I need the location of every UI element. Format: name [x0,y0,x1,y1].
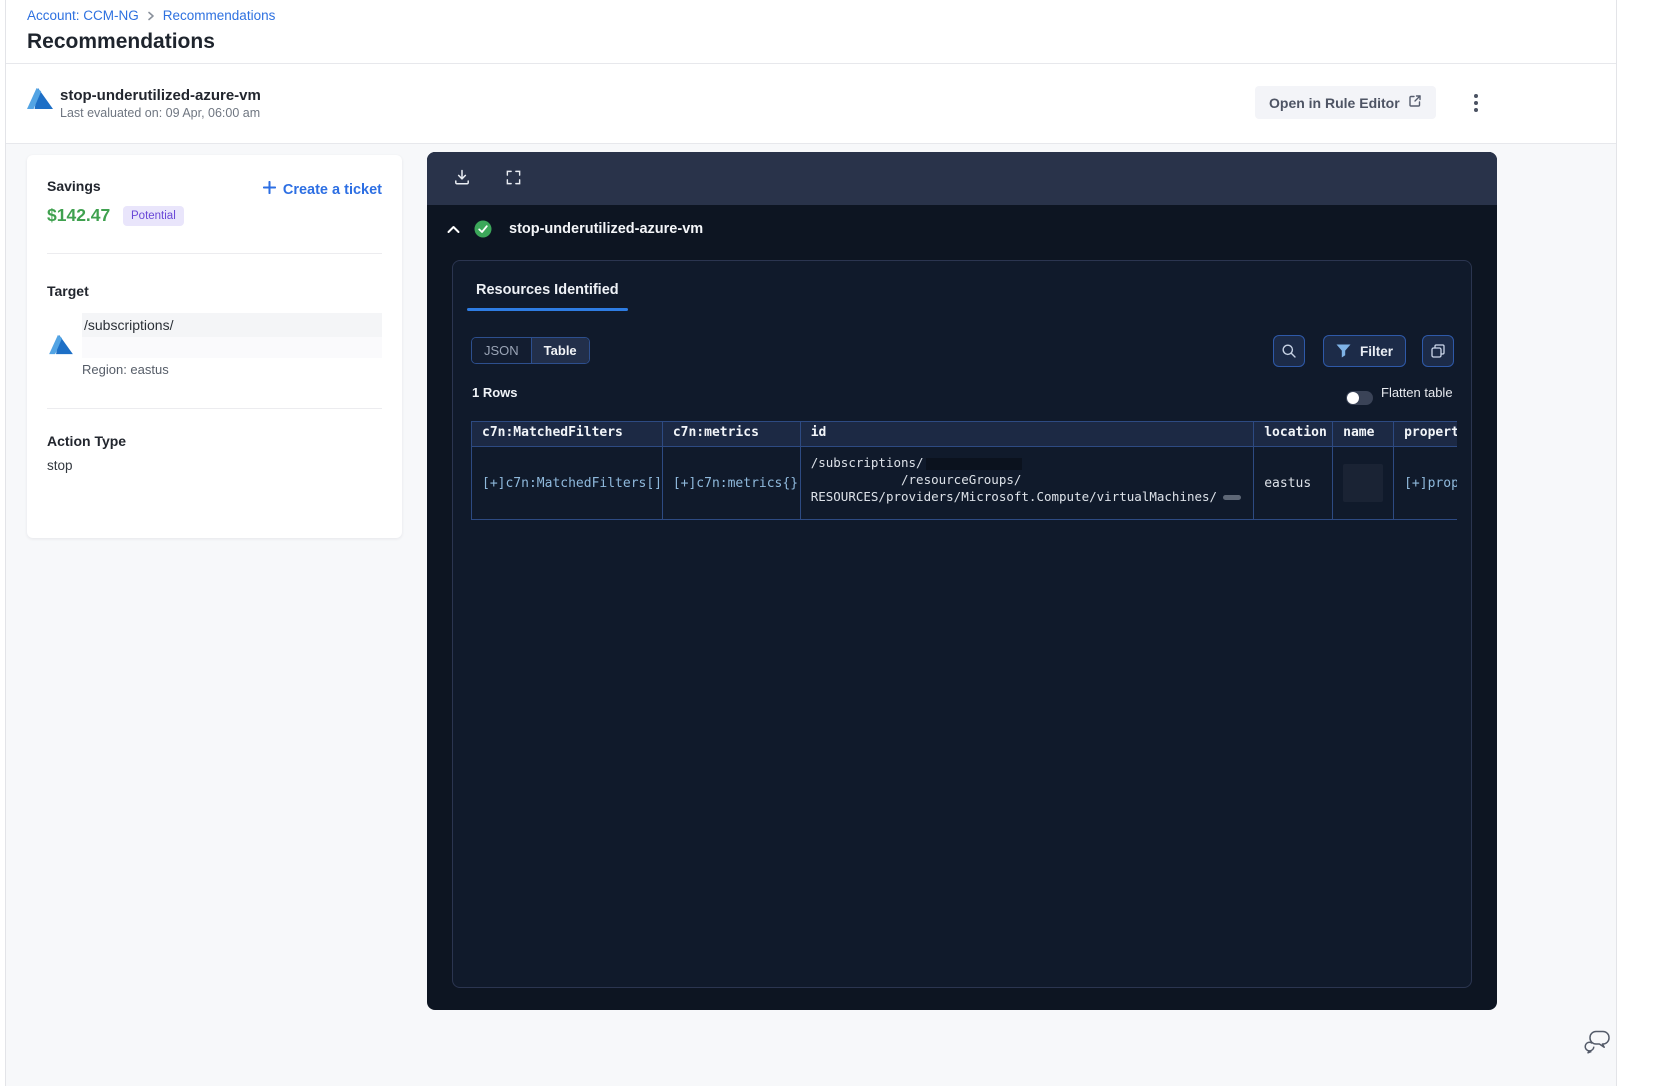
viewer-rule-name: stop-underutilized-azure-vm [509,221,704,237]
column-header-matchedfilters[interactable]: c7n:MatchedFilters [472,422,663,447]
table-row: [+]c7n:MatchedFilters[] [+]c7n:metrics{}… [472,447,1457,520]
azure-logo-icon [27,88,53,116]
target-label: Target [47,283,89,299]
target-path: /subscriptions/ [82,313,382,337]
savings-label: Savings [47,178,101,194]
success-check-icon [474,220,492,238]
breadcrumb-current-link[interactable]: Recommendations [163,8,276,23]
id-line-1: /subscriptions/ [810,455,924,470]
download-icon [453,168,471,189]
view-mode-toggle: JSON Table [471,337,590,364]
viewer-toolbar [427,152,1497,205]
cell-metrics[interactable]: [+]c7n:metrics{} [662,447,801,520]
toggle-knob [1347,392,1359,404]
recommendations-page: Account: CCM-NG Recommendations Recommen… [0,0,1662,1086]
copy-button[interactable] [1422,335,1454,367]
action-type-label: Action Type [47,433,127,449]
view-mode-json[interactable]: JSON [472,338,532,363]
create-ticket-label: Create a ticket [282,181,382,198]
table-header-row: c7n:MatchedFilters c7n:metrics id locati… [472,422,1457,447]
flatten-table-toggle[interactable] [1346,391,1373,405]
search-icon [1281,343,1297,359]
redacted-value [925,457,1022,470]
create-ticket-button[interactable]: Create a ticket [262,180,382,198]
view-mode-table[interactable]: Table [531,338,589,363]
target-region: Region: eastus [82,362,169,377]
card-divider [47,253,382,254]
resources-table: c7n:MatchedFilters c7n:metrics id locati… [471,421,1457,520]
action-type-value: stop [47,458,73,473]
fullscreen-icon [505,169,522,189]
resources-table-wrapper: c7n:MatchedFilters c7n:metrics id locati… [471,421,1457,520]
tab-resources-identified[interactable]: Resources Identified [476,282,619,298]
card-divider [47,408,382,409]
open-in-rule-editor-label: Open in Rule Editor [1269,94,1400,111]
chevron-right-icon [147,11,155,21]
target-path-redacted [82,337,382,358]
cell-matchedfilters[interactable]: [+]c7n:MatchedFilters[] [472,447,663,520]
savings-type-badge: Potential [123,206,184,226]
copy-icon [1430,343,1446,359]
download-button[interactable] [453,168,471,189]
plus-icon [262,180,276,198]
filter-label: Filter [1359,343,1393,359]
page-title: Recommendations [27,30,215,53]
chat-widget-button[interactable] [1584,1026,1614,1056]
external-link-icon [1408,94,1422,111]
more-options-menu-button[interactable] [1468,91,1484,115]
azure-target-icon [49,335,73,361]
filter-funnel-icon [1336,344,1351,358]
cell-id[interactable]: /subscriptions/ /resourceGroups/ RESOURC… [800,447,1255,520]
rule-name-heading: stop-underutilized-azure-vm [60,87,261,104]
column-header-metrics[interactable]: c7n:metrics [662,422,801,447]
breadcrumb: Account: CCM-NG Recommendations [27,8,275,23]
recommendation-summary-card: Savings Create a ticket $142.47 Potentia… [27,155,402,538]
fullscreen-button[interactable] [505,169,522,189]
search-button[interactable] [1273,335,1305,367]
rows-count: 1 Rows [472,385,518,400]
rule-last-evaluated: Last evaluated on: 09 Apr, 06:00 am [60,106,261,120]
column-header-properties[interactable]: properties [1394,422,1457,447]
resources-viewer-panel: stop-underutilized-azure-vm Resources Id… [427,152,1497,1010]
redacted-value [1223,495,1242,500]
savings-amount: $142.47 [47,205,111,225]
redacted-value [1343,464,1384,502]
chat-bubbles-icon [1584,1028,1614,1054]
id-line-2: /resourceGroups/ [810,472,1022,487]
cell-location[interactable]: eastus [1254,447,1334,520]
column-header-location[interactable]: location [1254,422,1334,447]
open-in-rule-editor-button[interactable]: Open in Rule Editor [1255,86,1436,119]
cell-name[interactable] [1333,447,1395,520]
target-path-block: /subscriptions/ [82,313,382,358]
breadcrumb-account-link[interactable]: Account: CCM-NG [27,8,139,23]
header-divider [6,63,1616,64]
filter-button[interactable]: Filter [1323,335,1406,367]
active-tab-underline [467,308,628,311]
column-header-id[interactable]: id [800,422,1255,447]
cell-properties[interactable]: [+]properties{} [1394,447,1457,520]
id-line-3: RESOURCES/providers/Microsoft.Compute/vi… [810,489,1218,504]
column-header-name[interactable]: name [1333,422,1395,447]
collapse-chevron-icon[interactable] [447,225,460,234]
viewer-rule-row: stop-underutilized-azure-vm [447,220,703,238]
right-gutter [1616,0,1662,1086]
resources-identified-card: Resources Identified JSON Table Filter 1… [452,260,1472,988]
flatten-table-label: Flatten table [1381,385,1453,400]
